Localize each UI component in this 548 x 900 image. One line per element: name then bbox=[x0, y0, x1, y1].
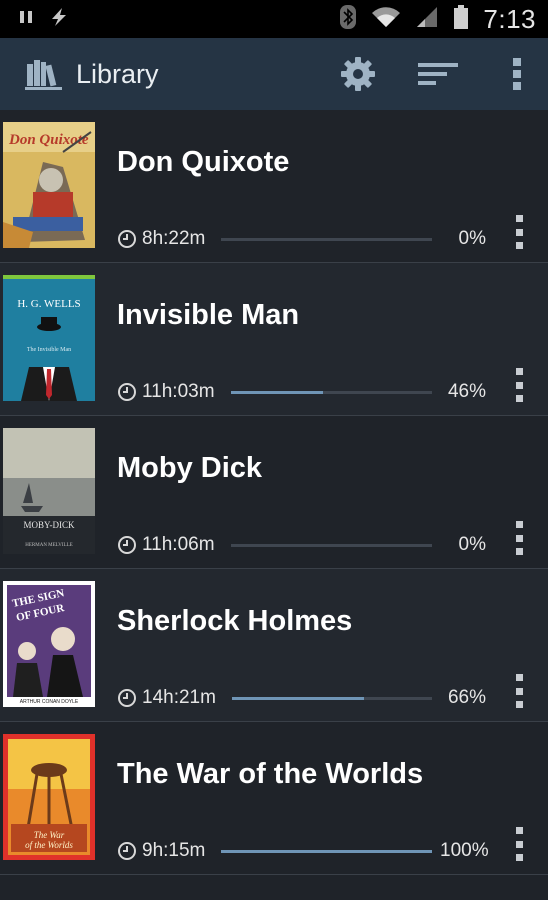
status-clock: 7:13 bbox=[483, 3, 536, 34]
books-icon[interactable] bbox=[24, 56, 64, 92]
progress-percent: 0% bbox=[458, 534, 486, 555]
item-more-button[interactable] bbox=[512, 521, 526, 555]
pause-icon bbox=[18, 9, 34, 29]
clock-icon bbox=[118, 842, 136, 860]
more-vert-button[interactable] bbox=[510, 54, 524, 94]
book-title: Invisible Man bbox=[117, 299, 300, 331]
book-duration: 11h:06m bbox=[142, 534, 215, 555]
book-duration: 9h:15m bbox=[142, 840, 206, 861]
list-item[interactable]: THE SIGN OF FOUR ARTHUR CONAN DOYLE Sher… bbox=[0, 569, 548, 722]
list-item[interactable]: Don Quixote Don Quixote 8h:22m 0% bbox=[0, 110, 548, 263]
bluetooth-icon bbox=[339, 4, 357, 34]
svg-text:Don Quixote: Don Quixote bbox=[8, 132, 89, 148]
book-cover-war-of-the-worlds: The War of the Worlds bbox=[3, 734, 95, 860]
list-item[interactable]: The War of the Worlds The War of the Wor… bbox=[0, 722, 548, 875]
flash-icon bbox=[48, 6, 70, 32]
progress-bar bbox=[230, 390, 432, 394]
book-title: Moby Dick bbox=[117, 452, 263, 484]
wifi-icon bbox=[371, 5, 401, 33]
svg-text:of the Worlds: of the Worlds bbox=[25, 840, 73, 850]
status-bar: 7:13 bbox=[0, 0, 548, 38]
clock-icon bbox=[118, 230, 136, 248]
item-more-button[interactable] bbox=[512, 674, 526, 708]
progress-bar bbox=[221, 849, 432, 853]
book-duration: 14h:21m bbox=[142, 687, 216, 708]
book-duration: 11h:03m bbox=[142, 381, 215, 402]
signal-icon bbox=[415, 5, 439, 33]
item-more-button[interactable] bbox=[512, 827, 526, 861]
book-title: Don Quixote bbox=[117, 146, 290, 178]
list-item[interactable]: MOBY-DICK HERMAN MELVILLE Moby Dick 11h:… bbox=[0, 416, 548, 569]
book-title: Sherlock Holmes bbox=[117, 605, 353, 637]
svg-text:HERMAN MELVILLE: HERMAN MELVILLE bbox=[25, 543, 72, 548]
progress-percent: 46% bbox=[447, 381, 486, 402]
book-list: Don Quixote Don Quixote 8h:22m 0% H. G. … bbox=[0, 110, 548, 875]
progress-bar bbox=[221, 237, 432, 241]
progress-bar bbox=[230, 543, 432, 547]
svg-text:H. G. WELLS: H. G. WELLS bbox=[17, 298, 80, 310]
svg-text:The Invisible Man: The Invisible Man bbox=[27, 347, 71, 353]
settings-button[interactable] bbox=[338, 54, 378, 94]
app-bar: Library bbox=[0, 38, 548, 110]
svg-text:The War: The War bbox=[34, 830, 65, 840]
battery-icon bbox=[453, 4, 469, 34]
item-more-button[interactable] bbox=[512, 368, 526, 402]
svg-text:MOBY-DICK: MOBY-DICK bbox=[23, 520, 75, 530]
progress-percent: 100% bbox=[440, 840, 489, 861]
progress-percent: 66% bbox=[447, 687, 486, 708]
sort-button[interactable] bbox=[416, 54, 460, 94]
item-more-button[interactable] bbox=[512, 215, 526, 249]
list-item[interactable]: H. G. WELLS The Invisible Man Invisible … bbox=[0, 263, 548, 416]
book-duration: 8h:22m bbox=[142, 228, 206, 249]
clock-icon bbox=[118, 689, 136, 707]
sort-icon bbox=[418, 63, 458, 85]
book-title: The War of the Worlds bbox=[117, 758, 424, 790]
progress-bar bbox=[231, 696, 432, 700]
book-cover-don-quixote: Don Quixote bbox=[3, 122, 95, 248]
clock-icon bbox=[118, 536, 136, 554]
book-cover-sherlock-holmes: THE SIGN OF FOUR ARTHUR CONAN DOYLE bbox=[3, 581, 95, 707]
progress-percent: 0% bbox=[458, 228, 486, 249]
svg-text:ARTHUR CONAN DOYLE: ARTHUR CONAN DOYLE bbox=[20, 699, 79, 705]
book-cover-moby-dick: MOBY-DICK HERMAN MELVILLE bbox=[3, 428, 95, 554]
gear-icon bbox=[341, 57, 375, 91]
book-cover-invisible-man: H. G. WELLS The Invisible Man bbox=[3, 275, 95, 401]
more-vert-icon bbox=[513, 58, 521, 90]
page-title: Library bbox=[76, 58, 159, 89]
clock-icon bbox=[118, 383, 136, 401]
